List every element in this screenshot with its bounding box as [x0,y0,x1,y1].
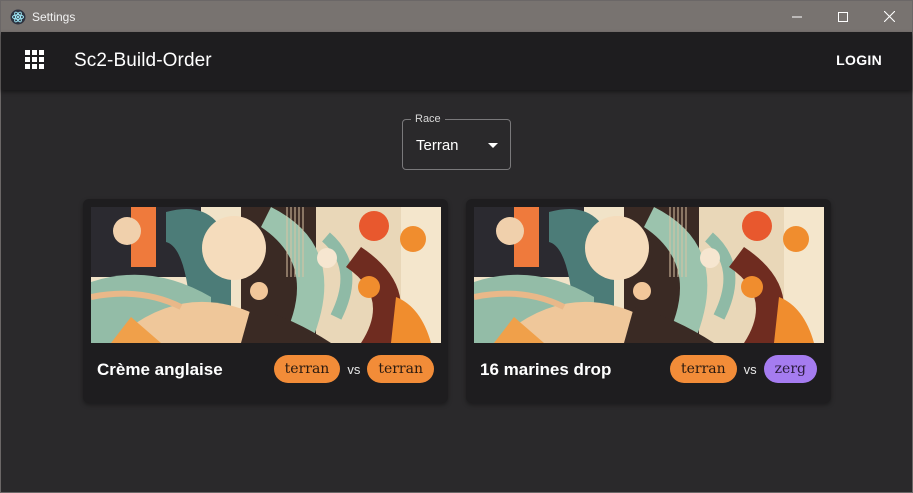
race-chip: zerg [763,355,817,383]
race-select[interactable]: Race Terran [402,113,511,170]
caret-down-icon [488,143,498,148]
card-title: 16 marines drop [480,360,612,379]
close-button[interactable] [866,1,912,32]
app-bar: Sc2-Build-Order LOGIN [1,32,912,90]
vs-label: vs [347,361,361,377]
card-artwork [474,207,824,343]
electron-app-icon [10,9,26,24]
window-controls [774,1,912,32]
build-order-card[interactable]: 16 marines drop terran vs zerg [466,199,831,403]
race-chip: terran [273,355,341,383]
login-button[interactable]: LOGIN [836,52,882,68]
build-order-card[interactable]: Crème anglaise terran vs terran [83,199,448,403]
race-chip: terran [367,355,434,383]
race-chip: terran [670,355,737,383]
race-select-label: Race [411,113,445,125]
card-title: Crème anglaise [97,360,223,379]
maximize-icon [838,11,848,22]
card-artwork [91,207,441,343]
close-icon [883,11,895,22]
minimize-icon [792,16,802,17]
window-title: Settings [32,9,76,24]
race-select-value: Terran [416,137,459,154]
title-bar: Settings [1,1,912,32]
app-window: Settings Sc2-Build-Order LOGIN Race Terr… [0,0,913,493]
vs-label: vs [743,361,757,377]
matchup: terran vs terran [273,355,434,383]
maximize-button[interactable] [820,1,866,32]
app-title: Sc2-Build-Order [74,50,212,71]
apps-grid-icon[interactable] [25,50,47,72]
minimize-button[interactable] [774,1,820,32]
matchup: terran vs zerg [670,355,817,383]
